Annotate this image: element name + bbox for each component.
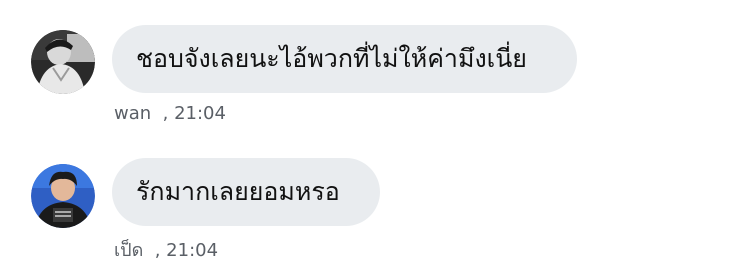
message-bubble[interactable]: ชอบจังเลยนะไอ้พวกที่ไม่ให้ค่ามึงเนี่ย <box>112 25 577 93</box>
message-group: ชอบจังเลยนะไอ้พวกที่ไม่ให้ค่ามึงเนี่ย wa… <box>0 0 750 137</box>
avatar[interactable] <box>31 164 95 228</box>
message-text: ชอบจังเลยนะไอ้พวกที่ไม่ให้ค่ามึงเนี่ย <box>136 44 527 73</box>
sender-name: wan <box>114 103 152 124</box>
sender-name: เป็ด <box>114 240 144 261</box>
user-avatar-grayscale-icon <box>31 30 95 94</box>
avatar[interactable] <box>31 30 95 94</box>
user-avatar-color-icon <box>31 164 95 228</box>
message-time: 21:04 <box>174 103 226 124</box>
chat-thread: ชอบจังเลยนะไอ้พวกที่ไม่ให้ค่ามึงเนี่ย wa… <box>0 0 750 274</box>
message-meta: เป็ด , 21:04 <box>114 240 219 261</box>
message-time: 21:04 <box>166 240 219 261</box>
message-group: รักมากเลยยอมหรอ เป็ด , 21:04 <box>0 137 750 274</box>
message-bubble[interactable]: รักมากเลยยอมหรอ <box>112 158 380 226</box>
message-text: รักมากเลยยอมหรอ <box>136 177 340 206</box>
message-meta: wan , 21:04 <box>114 103 226 124</box>
